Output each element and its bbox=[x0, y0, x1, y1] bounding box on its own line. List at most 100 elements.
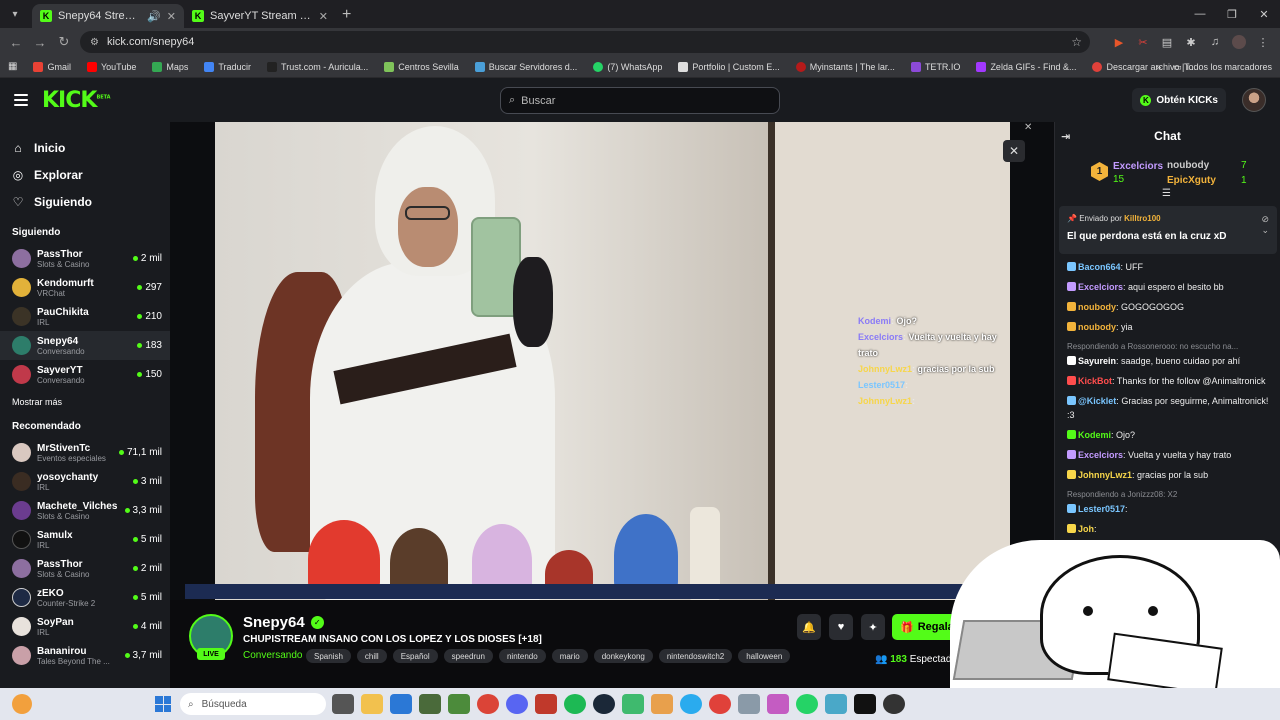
tab-close-icon[interactable]: ✕ bbox=[167, 10, 176, 23]
task-view-icon[interactable] bbox=[332, 694, 354, 714]
minimize-icon[interactable]: — bbox=[1184, 0, 1216, 28]
tag-chip[interactable]: donkeykong bbox=[593, 649, 653, 663]
bookmark-item[interactable]: Buscar Servidores d... bbox=[467, 61, 586, 72]
show-more-link[interactable]: Mostrar más bbox=[0, 389, 170, 409]
channel-item-bananirou[interactable]: Bananirou Tales Beyond The ... 3,7 mil bbox=[0, 641, 170, 670]
search-input[interactable]: ⌕ Buscar bbox=[500, 87, 780, 114]
channel-item-soypan[interactable]: SoyPan IRL 4 mil bbox=[0, 612, 170, 641]
app-icon[interactable] bbox=[883, 694, 905, 714]
channel-item-snepy64[interactable]: Snepy64 Conversando 183 bbox=[0, 331, 170, 360]
bookmark-item[interactable]: Trust.com - Auricula... bbox=[259, 61, 376, 72]
bookmarks-overflow-button[interactable]: » bbox=[1156, 62, 1161, 72]
extension-icon[interactable]: ▶ bbox=[1112, 35, 1126, 49]
extensions-puzzle-icon[interactable]: ✱ bbox=[1184, 35, 1198, 49]
bookmark-item[interactable]: Zelda GIFs - Find &... bbox=[968, 61, 1084, 72]
bookmark-item[interactable]: TETR.IO bbox=[903, 61, 969, 72]
forward-icon[interactable]: → bbox=[28, 35, 52, 50]
telegram-icon[interactable] bbox=[680, 694, 702, 714]
reply-context[interactable]: Respondiendo a Jonizzz08: X2 bbox=[1067, 488, 1272, 502]
chat-username[interactable]: @Kicklet bbox=[1078, 396, 1116, 406]
maximize-icon[interactable]: ❐ bbox=[1216, 0, 1248, 28]
tag-chip[interactable]: speedrun bbox=[443, 649, 493, 663]
channel-item-passthor-rec[interactable]: PassThor Slots & Casino 2 mil bbox=[0, 554, 170, 583]
chat-username[interactable]: Kodemi bbox=[1078, 430, 1111, 440]
tag-chip[interactable]: nintendo bbox=[498, 649, 546, 663]
pinned-by-user[interactable]: Killtro100 bbox=[1124, 214, 1160, 223]
app-icon[interactable] bbox=[622, 694, 644, 714]
user-avatar[interactable] bbox=[1242, 88, 1266, 112]
file-explorer-icon[interactable] bbox=[361, 694, 383, 714]
video-close-small-icon[interactable]: ✕ bbox=[1024, 122, 1032, 133]
gift-sub-button[interactable]: 🎁 Regala bbox=[892, 614, 954, 640]
stream-category[interactable]: Conversando bbox=[243, 650, 302, 661]
channel-item-kendomurft[interactable]: Kendomurft VRChat 297 bbox=[0, 273, 170, 302]
site-info-icon[interactable]: ⚙ bbox=[90, 37, 99, 48]
bookmark-item[interactable]: Myinstants | The lar... bbox=[788, 61, 903, 72]
app-icon[interactable] bbox=[767, 694, 789, 714]
channel-item-zeko[interactable]: zEKO Counter-Strike 2 5 mil bbox=[0, 583, 170, 612]
leaderboard-second-name[interactable]: noubody bbox=[1167, 160, 1209, 171]
bookmark-item[interactable]: YouTube bbox=[79, 61, 144, 72]
browser-tab-sayveryt[interactable]: K SayverYT Stream - Watch Live o... ✕ bbox=[184, 4, 336, 28]
follow-button[interactable]: ♥ bbox=[829, 614, 853, 640]
bookmark-item[interactable]: Gmail bbox=[25, 61, 79, 72]
whatsapp-icon[interactable] bbox=[796, 694, 818, 714]
tab-search-button[interactable]: ▾ bbox=[4, 3, 26, 25]
chat-username[interactable]: Joh bbox=[1078, 524, 1094, 534]
nav-home[interactable]: ⌂ Inicio bbox=[0, 134, 170, 161]
app-icon[interactable] bbox=[651, 694, 673, 714]
app-icon[interactable] bbox=[535, 694, 557, 714]
nav-explore[interactable]: ◎ Explorar bbox=[0, 161, 170, 188]
new-tab-button[interactable]: + bbox=[342, 6, 351, 24]
unpin-icon[interactable]: ⊘ bbox=[1261, 214, 1269, 224]
tag-chip[interactable]: chill bbox=[356, 649, 387, 663]
channel-item-pauchikita[interactable]: PauChikita IRL 210 bbox=[0, 302, 170, 331]
chrome-icon[interactable] bbox=[477, 694, 499, 714]
tag-chip[interactable]: Español bbox=[392, 649, 438, 663]
streamer-name[interactable]: Snepy64 ✓ bbox=[243, 614, 324, 631]
chat-username[interactable]: Bacon664 bbox=[1078, 262, 1121, 272]
app-icon[interactable] bbox=[738, 694, 760, 714]
spotify-icon[interactable] bbox=[564, 694, 586, 714]
reload-icon[interactable]: ↻ bbox=[52, 34, 76, 50]
app-icon[interactable] bbox=[825, 694, 847, 714]
bookmark-star-icon[interactable]: ☆ bbox=[1071, 35, 1082, 49]
video-close-button[interactable]: ✕ bbox=[1003, 140, 1025, 162]
tab-close-icon[interactable]: ✕ bbox=[319, 10, 328, 23]
chevron-down-icon[interactable]: ⌄ bbox=[1261, 225, 1269, 235]
channel-item-samulx[interactable]: Samulx IRL 5 mil bbox=[0, 525, 170, 554]
speaker-icon[interactable]: 🔊 bbox=[147, 10, 161, 23]
channel-item-passthor[interactable]: PassThor Slots & Casino 2 mil bbox=[0, 244, 170, 273]
channel-item-yosoychanty[interactable]: yosoychanty IRL 3 mil bbox=[0, 467, 170, 496]
chat-username[interactable]: noubody bbox=[1078, 302, 1116, 312]
hamburger-menu-icon[interactable] bbox=[14, 94, 28, 106]
chat-username[interactable]: Excelciors bbox=[1078, 282, 1123, 292]
channel-item-sayveryt[interactable]: SayverYT Conversando 150 bbox=[0, 360, 170, 389]
back-icon[interactable]: ← bbox=[4, 35, 28, 50]
tiktok-icon[interactable] bbox=[854, 694, 876, 714]
window-close-icon[interactable]: ✕ bbox=[1248, 0, 1280, 28]
browser-menu-icon[interactable]: ⋮ bbox=[1256, 35, 1270, 49]
taskbar-search-input[interactable]: ⌕ Búsqueda bbox=[180, 693, 326, 715]
opera-icon[interactable] bbox=[709, 694, 731, 714]
tag-chip[interactable]: mario bbox=[551, 649, 588, 663]
windows-start-icon[interactable] bbox=[155, 696, 171, 712]
chat-username[interactable]: Excelciors bbox=[1078, 450, 1123, 460]
channel-item-mrstiventc[interactable]: MrStivenTc Eventos especiales 71,1 mil bbox=[0, 438, 170, 467]
apps-grid-icon[interactable]: ▦ bbox=[8, 61, 17, 72]
steam-icon[interactable] bbox=[593, 694, 615, 714]
bookmark-item[interactable]: Traducir bbox=[196, 61, 259, 72]
store-icon[interactable] bbox=[390, 694, 412, 714]
channel-item-machete-vilches[interactable]: Machete_Vilches Slots & Casino 3,3 mil bbox=[0, 496, 170, 525]
bookmark-item[interactable]: Portfolio | Custom E... bbox=[670, 61, 787, 72]
chat-username[interactable]: JohnnyLwz1 bbox=[1078, 470, 1132, 480]
reply-context[interactable]: Respondiendo a Rossonerooo: no escucho n… bbox=[1067, 340, 1272, 354]
extension-icon[interactable]: ✂ bbox=[1136, 35, 1150, 49]
nav-following[interactable]: ♡ Siguiendo bbox=[0, 188, 170, 215]
tag-chip[interactable]: halloween bbox=[738, 649, 791, 663]
all-bookmarks-button[interactable]: ▭ Todos los marcadores bbox=[1173, 62, 1272, 73]
address-bar[interactable]: ⚙ kick.com/snepy64 ☆ bbox=[80, 31, 1090, 53]
discord-icon[interactable] bbox=[506, 694, 528, 714]
bookmark-item[interactable]: (7) WhatsApp bbox=[585, 61, 670, 72]
browser-tab-snepy64[interactable]: K Snepy64 Stream - Watch Li... 🔊 ✕ bbox=[32, 4, 184, 28]
